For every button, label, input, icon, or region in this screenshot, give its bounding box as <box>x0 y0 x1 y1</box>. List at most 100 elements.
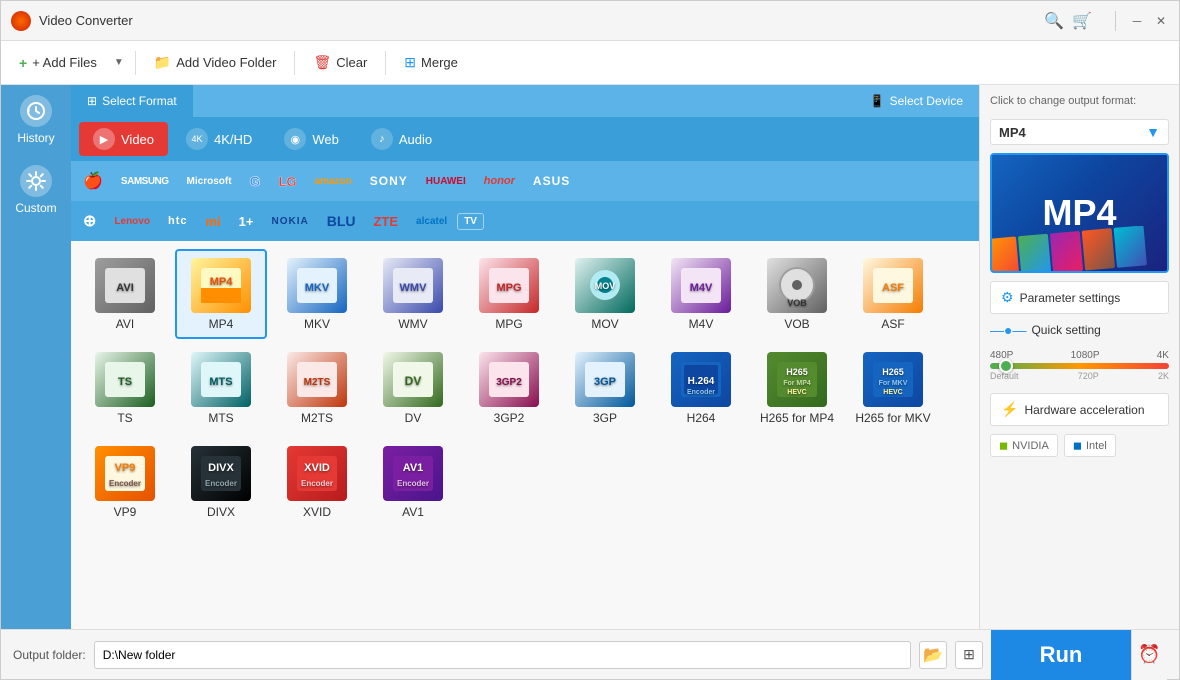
format-label-mov: MOV <box>591 317 618 331</box>
select-format-tab[interactable]: ⊞ Select Format <box>71 85 193 117</box>
format-item-m4v[interactable]: M4VM4V <box>655 249 747 339</box>
format-item-3gp2[interactable]: 3GP23GP2 <box>463 343 555 433</box>
format-item-asf[interactable]: ASFASF <box>847 249 939 339</box>
export-button[interactable]: ⊞ <box>955 641 983 669</box>
cart-icon[interactable]: 🛒 <box>1072 11 1092 31</box>
format-thumbnail-mp4: MP4 <box>191 258 251 313</box>
title-sep <box>1115 11 1116 31</box>
format-label-vob: VOB <box>784 317 809 331</box>
brand-google[interactable]: G <box>242 169 269 193</box>
svg-text:AVI: AVI <box>116 282 134 294</box>
quality-labels-top: 480P 1080P 4K <box>990 350 1169 361</box>
video-type-button[interactable]: ▶ Video <box>79 122 168 156</box>
format-header: ⊞ Select Format 📱 Select Device <box>71 85 979 117</box>
run-button[interactable]: Run <box>991 630 1131 680</box>
brand-lg[interactable]: LG <box>270 170 304 193</box>
svg-text:3GP: 3GP <box>594 376 616 388</box>
brand-xiaomi[interactable]: mi <box>197 210 228 233</box>
format-item-vob[interactable]: VOB VOB <box>751 249 843 339</box>
format-item-av1[interactable]: AV1EncoderAV1 <box>367 437 459 527</box>
audio-type-button[interactable]: ♪ Audio <box>357 122 446 156</box>
format-item-mts[interactable]: MTSMTS <box>175 343 267 433</box>
hardware-acceleration-button[interactable]: ⚡ Hardware acceleration <box>990 393 1169 426</box>
format-item-mp4[interactable]: MP4MP4 <box>175 249 267 339</box>
svg-text:MTS: MTS <box>209 376 232 388</box>
brand-honor[interactable]: honor <box>476 171 523 191</box>
clear-icon: 🗑 <box>313 54 331 71</box>
output-path-input[interactable] <box>94 641 911 669</box>
brand-oneplus[interactable]: 1+ <box>231 210 262 233</box>
sidebar-item-custom[interactable]: Custom <box>1 155 71 225</box>
brand-amazon[interactable]: amazon <box>307 172 360 191</box>
brand-asus[interactable]: ASUS <box>525 170 578 192</box>
web-type-button[interactable]: ◉ Web <box>270 122 353 156</box>
parameter-settings-button[interactable]: ⚙ Parameter settings <box>990 281 1169 314</box>
quality-slider-thumb[interactable] <box>999 359 1013 373</box>
format-item-vp9[interactable]: VP9EncoderVP9 <box>79 437 171 527</box>
4khd-type-button[interactable]: 4K 4K/HD <box>172 122 266 156</box>
brand-huawei[interactable]: HUAWEI <box>418 172 474 191</box>
select-device-tab[interactable]: 📱 Select Device <box>854 85 979 117</box>
format-item-divx[interactable]: DIVXEncoderDIVX <box>175 437 267 527</box>
brand-alcatel[interactable]: alcatel <box>408 212 455 231</box>
format-item-wmv[interactable]: WMVWMV <box>367 249 459 339</box>
format-label-avi: AVI <box>116 317 134 331</box>
brand-htc[interactable]: htc <box>160 211 196 231</box>
format-thumbnail-mkv: MKV <box>287 258 347 313</box>
brand-tv[interactable]: TV <box>457 213 484 230</box>
nvidia-button[interactable]: ◼ NVIDIA <box>990 434 1058 457</box>
quality-slider[interactable] <box>990 363 1169 369</box>
format-item-3gp[interactable]: 3GP3GP <box>559 343 651 433</box>
brand-blu[interactable]: BLU <box>319 209 364 233</box>
brand-motorola[interactable]: ⊕ <box>75 207 104 235</box>
add-files-button[interactable]: + + Add Files <box>9 50 107 76</box>
format-item-h265-for-mkv[interactable]: H265For MKVHEVCH265 for MKV <box>847 343 939 433</box>
brand-lenovo[interactable]: Lenovo <box>106 212 158 231</box>
format-item-mov[interactable]: MOVMOV <box>559 249 651 339</box>
add-files-dropdown-arrow[interactable]: ▼ <box>111 52 127 73</box>
svg-text:MPG: MPG <box>496 282 521 294</box>
quality-sublabel-2k: 2K <box>1158 371 1169 381</box>
clear-button[interactable]: 🗑 Clear <box>303 49 377 76</box>
format-item-avi[interactable]: AVI AVI <box>79 249 171 339</box>
hardware-acceleration-label: Hardware acceleration <box>1024 403 1144 417</box>
intel-button[interactable]: ◼ Intel <box>1064 434 1116 457</box>
search-icon[interactable]: 🔍 <box>1044 11 1064 31</box>
brand-apple[interactable]: 🍎 <box>75 167 111 195</box>
format-item-mpg[interactable]: MPGMPG <box>463 249 555 339</box>
brand-microsoft[interactable]: Microsoft <box>179 172 240 191</box>
quality-slider-container: 480P 1080P 4K Default 720P 2K <box>990 346 1169 385</box>
brand-zte[interactable]: ZTE <box>365 210 406 233</box>
alarm-button[interactable]: ⏰ <box>1131 630 1167 680</box>
quality-label-1080p: 1080P <box>1071 350 1100 361</box>
format-item-xvid[interactable]: XVIDEncoderXVID <box>271 437 363 527</box>
format-thumbnail-av1: AV1Encoder <box>383 446 443 501</box>
format-thumbnail-vob: VOB <box>767 258 827 313</box>
title-bar-controls: 🔍 🛒 ─ ✕ <box>1044 11 1169 31</box>
close-button[interactable]: ✕ <box>1153 13 1169 29</box>
format-thumbnail-mpg: MPG <box>479 258 539 313</box>
format-item-mkv[interactable]: MKVMKV <box>271 249 363 339</box>
svg-text:M2TS: M2TS <box>304 377 331 388</box>
format-item-h265-for-mp4[interactable]: H265For MP4HEVCH265 for MP4 <box>751 343 843 433</box>
output-format-selector[interactable]: MP4 ▼ <box>990 119 1169 145</box>
folder-icon: 📁 <box>154 54 171 71</box>
brand-nokia[interactable]: NOKIA <box>263 212 316 231</box>
browse-folder-button[interactable]: 📂 <box>919 641 947 669</box>
toolbar-divider-2 <box>294 51 295 75</box>
nvidia-icon: ◼ <box>999 439 1008 452</box>
format-item-dv[interactable]: DVDV <box>367 343 459 433</box>
merge-button[interactable]: ⊞ Merge <box>394 49 468 76</box>
nvidia-label: NVIDIA <box>1012 440 1049 452</box>
brand-sony[interactable]: SONY <box>362 170 416 192</box>
format-item-m2ts[interactable]: M2TSM2TS <box>271 343 363 433</box>
brand-samsung[interactable]: SAMSUNG <box>113 172 177 191</box>
add-video-folder-button[interactable]: 📁 Add Video Folder <box>144 49 287 76</box>
sidebar-item-history[interactable]: History <box>1 85 71 155</box>
format-item-ts[interactable]: TSTS <box>79 343 171 433</box>
format-item-h264[interactable]: H.264EncoderH264 <box>655 343 747 433</box>
merge-icon: ⊞ <box>404 54 416 71</box>
output-preview[interactable]: MP4 <box>990 153 1169 273</box>
format-label-mp4: MP4 <box>209 317 234 331</box>
minimize-button[interactable]: ─ <box>1129 13 1145 29</box>
